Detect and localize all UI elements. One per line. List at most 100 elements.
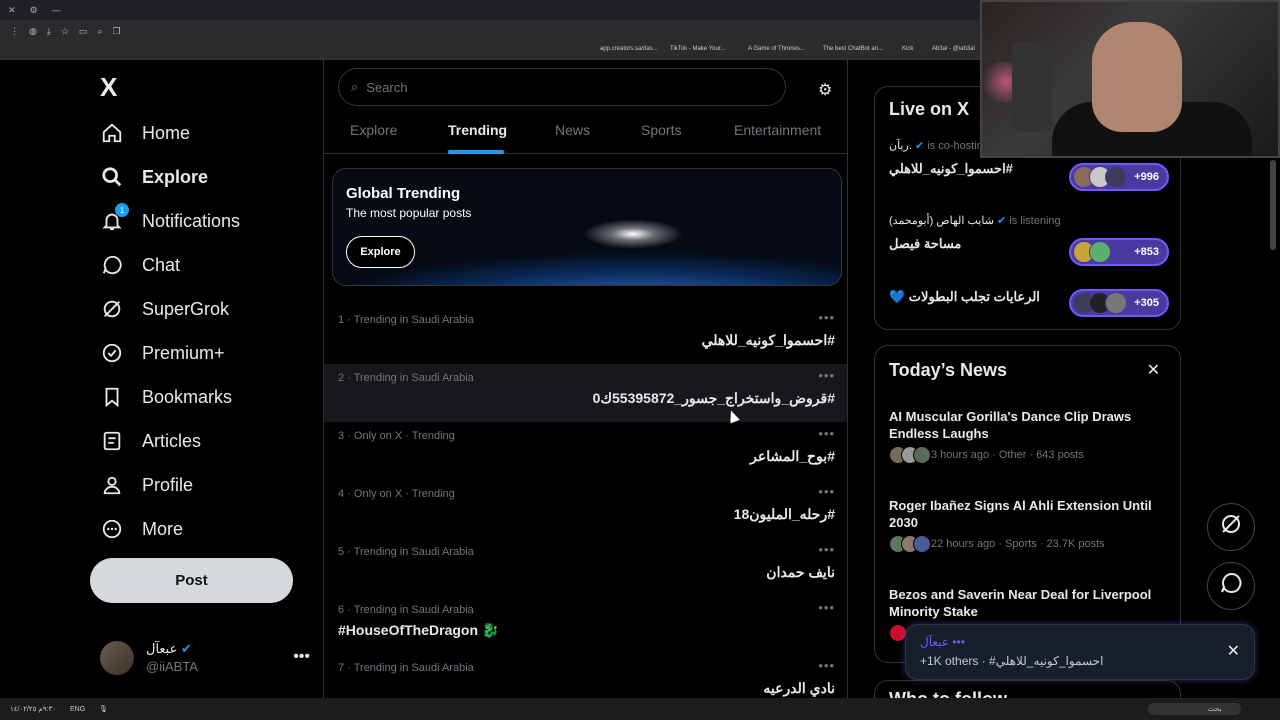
trend-meta: 2 · Trending in Saudi Arabia [338,372,474,384]
nav-home-label: Home [142,122,191,143]
settings-icon[interactable]: ⚙ [30,5,38,16]
trend-meta: 3 · Only on X · Trending [338,430,455,442]
bookmark-icon [100,385,124,409]
scrollbar[interactable] [1270,160,1276,250]
banner-subtitle: The most popular posts [346,206,472,220]
trend-topic: نادي الدرعيه [763,680,835,696]
space-listeners-pill[interactable]: +305 [1069,289,1169,317]
bookmark-kick[interactable]: Kick [902,46,913,52]
space-listeners-pill[interactable]: +853 [1069,238,1169,266]
streamer-face [1092,22,1182,132]
nav-supergrok-label: SuperGrok [142,298,230,319]
more-icon[interactable]: ••• [818,600,835,615]
tab-sports[interactable]: Sports [641,122,681,138]
trend-item[interactable]: 2 · Trending in Saudi Arabia ••• #قروض_و… [324,364,847,422]
mic-icon[interactable]: 🎙 [99,705,108,713]
bookmark-creators[interactable]: app.creators.sa/das... [600,46,658,52]
news-meta: 22 hours ago · Sports · 23.7K posts [931,538,1105,550]
trend-item[interactable]: 4 · Only on X · Trending ••• #رحله_الملي… [324,480,847,538]
nav-articles-label: Articles [142,430,202,451]
earth-glow [583,219,683,249]
nav-chat[interactable]: Chat [100,245,180,285]
listener-count: +305 [1134,297,1159,309]
nav-notifications[interactable]: 1 Notifications [100,201,240,241]
main-column: ⌕ Search ⚙ Explore Trending News Sports … [323,60,848,698]
trend-item[interactable]: 6 · Trending in Saudi Arabia ••• #HouseO… [324,596,847,654]
bookmark-got[interactable]: A Game of Thrones... [748,46,805,52]
star-icon[interactable]: ☆ [61,26,69,37]
profile-icon[interactable]: ◍ [29,26,37,37]
global-trending-banner[interactable]: Global Trending The most popular posts E… [332,168,842,286]
news-story[interactable]: Roger Ibañez Signs Al Ahli Extension Unt… [889,497,1169,553]
trend-item[interactable]: 3 · Only on X · Trending ••• #بوح_المشاع… [324,422,847,480]
nav-profile[interactable]: Profile [100,465,193,505]
listener-avatars [1073,166,1127,188]
nav-bookmarks[interactable]: Bookmarks [100,377,232,417]
trend-item[interactable]: 1 · Trending in Saudi Arabia ••• #احسموا… [324,306,847,364]
nav-more-label: More [142,518,184,539]
tab-trending[interactable]: Trending [448,122,507,138]
listener-count: +996 [1134,171,1159,183]
space-listeners-pill[interactable]: +996 [1069,163,1169,191]
download-icon[interactable]: ⤓ [47,26,51,37]
nav-bookmarks-label: Bookmarks [142,386,233,407]
trend-item[interactable]: 7 · Trending in Saudi Arabia ••• نادي ال… [324,654,847,698]
x-logo[interactable]: X [100,72,117,103]
close-icon[interactable]: ✕ [1227,641,1240,661]
more-icon[interactable]: ••• [818,426,835,441]
nav-supergrok[interactable]: SuperGrok [100,289,229,329]
close-icon[interactable]: ✕ [1147,360,1160,380]
tabs-icon[interactable]: ❐ [112,26,120,37]
bookmark-tiktok[interactable]: TikTok - Make Your... [670,46,725,52]
space-toast[interactable]: عبعآل ••• +1K others · #احسموا_كونيه_للا… [905,624,1255,680]
account-switcher[interactable]: عبعآل ✔ @iiABTA ••• [100,638,310,678]
more-icon[interactable]: ••• [818,542,835,557]
nav-articles[interactable]: Articles [100,421,201,461]
more-icon[interactable]: ••• [818,368,835,383]
close-icon[interactable]: ✕ [8,5,16,16]
account-handle: @iiABTA [146,659,198,674]
post-button[interactable]: Post [90,558,293,603]
home-icon [100,121,124,145]
bookmark-ab3al[interactable]: Ab3al - @iab3al [932,46,975,52]
trend-meta: 7 · Trending in Saudi Arabia [338,662,474,674]
cast-icon[interactable]: ▭ [79,26,88,37]
news-story[interactable]: AI Muscular Gorilla's Dance Clip Draws E… [889,408,1169,464]
minimize-icon[interactable]: — [52,5,61,15]
verified-icon: ✔ [180,641,192,656]
menu-icon[interactable]: ⋮ [10,26,19,37]
chat-icon [1219,571,1243,601]
nav-explore[interactable]: Explore [100,157,208,197]
trend-item[interactable]: 5 · Trending in Saudi Arabia ••• نايف حم… [324,538,847,596]
more-icon[interactable]: ••• [818,484,835,499]
tab-explore[interactable]: Explore [350,122,397,138]
live-space[interactable]: شايب الهاص (أبومحمد) ✔ is listening مساح… [889,214,1169,266]
todays-news-panel: Today’s News ✕ AI Muscular Gorilla's Dan… [874,345,1181,663]
nav-more[interactable]: More [100,509,183,549]
nav-premium[interactable]: Premium+ [100,333,225,373]
notification-badge: 1 [115,203,129,217]
nav-home[interactable]: Home [100,113,190,153]
account-name: عبعآل ✔ [146,641,192,656]
tab-news[interactable]: News [555,122,590,138]
nav-premium-label: Premium+ [142,342,225,363]
grok-float-button[interactable] [1207,503,1255,551]
more-icon[interactable]: ••• [818,310,835,325]
account-more-icon[interactable]: ••• [293,648,310,666]
banner-explore-button[interactable]: Explore [346,236,415,268]
more-circle-icon [100,517,124,541]
language-indicator[interactable]: ENG [70,706,85,713]
trend-topic: #قروض_واستخراج_جسور_55395872ك0 [592,390,835,406]
chat-float-button[interactable] [1207,562,1255,610]
search-input[interactable]: ⌕ Search [338,68,786,106]
listener-avatars [1073,241,1111,263]
search-icon[interactable]: ⌕ [97,26,102,37]
listener-count: +853 [1134,246,1159,258]
live-space[interactable]: الرعايات تجلب البطولات 💙 +305 [889,287,1169,323]
more-icon[interactable]: ••• [818,658,835,673]
bookmark-chatbot[interactable]: The best ChatBot an... [823,46,883,52]
tab-entertainment[interactable]: Entertainment [734,122,821,138]
person-icon [100,473,124,497]
gear-icon[interactable]: ⚙ [818,80,832,100]
taskbar-search[interactable]: بحث [1148,703,1242,715]
